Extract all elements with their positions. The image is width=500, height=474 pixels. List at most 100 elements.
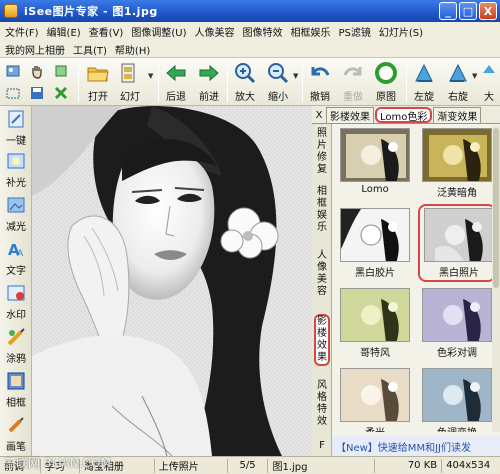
effect-thumb-label: 泛黄暗角 xyxy=(437,188,477,199)
fill-light-button[interactable]: 补光 xyxy=(0,150,32,190)
maximize-button[interactable]: □ xyxy=(459,2,477,20)
status-filesize: 70 KB xyxy=(407,460,438,471)
save-icon[interactable] xyxy=(26,83,48,103)
effect-thumb-soft-light[interactable]: 柔光 xyxy=(336,366,414,432)
zoom-in-button[interactable]: 放大 xyxy=(227,61,263,103)
menu-view[interactable]: 查看(V) xyxy=(87,24,130,39)
status-learn[interactable]: 学习 xyxy=(41,457,79,474)
vtab-portrait-beauty[interactable]: 人像美容 xyxy=(314,250,330,298)
redo-button[interactable]: 重做 xyxy=(335,61,371,103)
effect-thumb-bw-photo[interactable]: 黑白照片 xyxy=(418,204,496,282)
arrow-right-icon xyxy=(197,61,221,85)
brush-icon xyxy=(5,414,27,436)
back-button[interactable]: 后退 xyxy=(158,61,194,103)
close-button[interactable]: X xyxy=(479,2,497,20)
menu-online-album[interactable]: 我的网上相册 xyxy=(3,42,71,57)
open-button[interactable]: 打开 xyxy=(80,61,116,103)
menu-bar: 文件(F) 编辑(E) 查看(V) 图像调整(U) 人像美容 图像特效 相框娱乐… xyxy=(0,22,500,58)
doodle-label: 涂鸦 xyxy=(6,354,26,365)
status-upload-photo[interactable]: 上传照片 xyxy=(155,457,227,474)
vtab-style-effects[interactable]: 风格特效 xyxy=(314,380,330,428)
status-page: 5/5 xyxy=(239,460,256,471)
original-button[interactable]: 原图 xyxy=(368,61,404,103)
vtab-studio-effects[interactable]: 影楼效果 xyxy=(314,314,330,366)
effect-thumb-image xyxy=(340,128,410,182)
menu-frame-fun[interactable]: 相框娱乐 xyxy=(288,24,336,39)
menu-slideshow[interactable]: 幻灯片(S) xyxy=(377,24,429,39)
effect-thumb-color-swap[interactable]: 色彩对调 xyxy=(418,286,496,364)
app-icon xyxy=(4,4,18,18)
vtab-photo-repair[interactable]: 照片修复 xyxy=(314,128,330,176)
menu-file[interactable]: 文件(F) xyxy=(3,24,45,39)
effect-thumb-label: 色调变换 xyxy=(418,424,496,432)
zoom-out-button[interactable]: 缩小 xyxy=(260,61,296,103)
brush-button[interactable]: 画笔 xyxy=(0,414,32,454)
category-tabs: 照片修复 相框娱乐 人像美容 影楼效果 风格特效 F xyxy=(312,124,332,456)
vtab-frame-fun[interactable]: 相框娱乐 xyxy=(314,186,330,234)
effect-thumb-gothic[interactable]: 哥特风 xyxy=(336,286,414,364)
tab-gradient-effects[interactable]: 渐变效果 xyxy=(433,107,482,123)
effect-thumb-label: 色彩对调 xyxy=(437,348,477,359)
effect-thumb-lomo[interactable]: Lomo xyxy=(336,126,414,204)
effect-thumb-label: 哥特风 xyxy=(360,348,390,359)
rotate-right-icon xyxy=(446,61,470,85)
menu-image-adjust[interactable]: 图像调整(U) xyxy=(129,24,192,39)
undo-icon xyxy=(308,61,332,85)
rotate-left-button[interactable]: 左旋 xyxy=(406,61,442,103)
more-button[interactable]: 大 xyxy=(478,61,500,103)
menu-edit[interactable]: 编辑(E) xyxy=(45,24,87,39)
frame-button[interactable]: 相框 xyxy=(0,370,32,410)
panel-close-button[interactable]: X xyxy=(312,107,326,123)
photo-canvas[interactable] xyxy=(32,106,312,456)
brush-label: 画笔 xyxy=(6,442,26,453)
menu-portrait-beauty[interactable]: 人像美容 xyxy=(192,24,240,39)
vtab-more[interactable]: F xyxy=(314,440,330,452)
forward-button[interactable]: 前进 xyxy=(191,61,227,103)
photo-image xyxy=(32,106,312,456)
zoom-in-icon xyxy=(233,61,257,85)
menu-image-effects[interactable]: 图像特效 xyxy=(240,24,288,39)
effect-thumb-yellow-vignette[interactable]: 泛黄暗角 xyxy=(418,126,496,204)
reduce-light-button[interactable]: 减光 xyxy=(0,194,32,234)
watermark-button[interactable]: 水印 xyxy=(0,282,32,322)
slideshow-dropdown-icon[interactable]: ▼ xyxy=(148,72,153,80)
minimize-button[interactable]: _ xyxy=(439,2,457,20)
fill-light-label: 补光 xyxy=(6,178,26,189)
redo-label: 重做 xyxy=(343,92,363,103)
menu-ps-filters[interactable]: PS滤镜 xyxy=(336,24,376,39)
effects-tabs: X 影楼效果 Lomo色彩 渐变效果 xyxy=(312,106,500,124)
slideshow-button[interactable]: 幻灯 xyxy=(112,61,148,103)
effect-thumb-image xyxy=(422,128,492,182)
effect-thumb-image xyxy=(340,368,410,422)
doodle-button[interactable]: 涂鸦 xyxy=(0,326,32,366)
status-bar: 前调 学习 淘宝相册 上传照片 5/5 图1.jpg 70 KB 404x534 xyxy=(0,456,500,474)
menu-row-1: 文件(F) 编辑(E) 查看(V) 图像调整(U) 人像美容 图像特效 相框娱乐… xyxy=(0,22,500,40)
slideshow-label: 幻灯 xyxy=(120,92,140,103)
menu-tools[interactable]: 工具(T) xyxy=(71,42,113,57)
zoom-out-label: 缩小 xyxy=(268,92,288,103)
hand-icon[interactable] xyxy=(26,61,48,81)
effect-thumb-tone-shift[interactable]: 色调变换 xyxy=(418,366,496,432)
one-click-button[interactable]: 一键 xyxy=(0,108,32,148)
effect-thumb-image xyxy=(422,368,492,422)
rotate-right-button[interactable]: 右旋 xyxy=(440,61,476,103)
tab-studio-effects[interactable]: 影楼效果 xyxy=(326,107,374,123)
zoom-dropdown-icon[interactable]: ▼ xyxy=(293,72,298,80)
effects-scrollbar[interactable] xyxy=(492,126,500,432)
frame-label: 相框 xyxy=(6,398,26,409)
scrollbar-thumb[interactable] xyxy=(493,128,499,288)
browse-icon[interactable] xyxy=(2,61,24,81)
select-icon[interactable] xyxy=(2,83,24,103)
effect-thumb-label: Lomo xyxy=(361,184,389,195)
tab-lomo-color[interactable]: Lomo色彩 xyxy=(375,107,433,123)
text-button[interactable]: AA 文字 xyxy=(0,238,32,278)
news-link[interactable]: 【New】快速给MM和JJ们读发 xyxy=(332,436,500,456)
status-prev[interactable]: 前调 xyxy=(0,457,40,474)
title-bar: iSee图片专家 - 图1.jpg _ □ X xyxy=(0,0,500,22)
menu-help[interactable]: 帮助(H) xyxy=(113,42,156,57)
delete-icon[interactable] xyxy=(50,83,72,103)
effect-thumb-bw-film[interactable]: 黑白胶片 xyxy=(336,206,414,284)
undo-button[interactable]: 撤销 xyxy=(302,61,338,103)
status-taobao-album[interactable]: 淘宝相册 xyxy=(80,457,154,474)
crop-icon[interactable] xyxy=(50,61,72,81)
